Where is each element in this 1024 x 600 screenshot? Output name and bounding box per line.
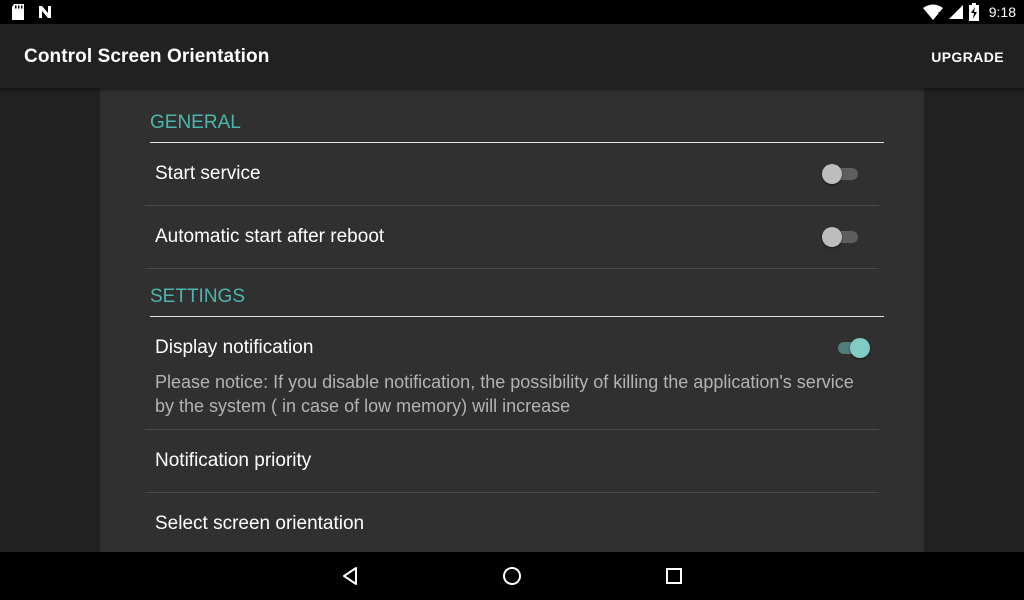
pref-title: Select screen orientation bbox=[155, 513, 365, 534]
pref-summary: Please notice: If you disable notificati… bbox=[155, 372, 854, 416]
signal-icon bbox=[948, 5, 963, 19]
app-title: Control Screen Orientation bbox=[24, 46, 270, 67]
section-header-settings: SETTINGS bbox=[150, 286, 884, 317]
start-service-switch[interactable] bbox=[822, 164, 860, 184]
n-notification-icon bbox=[39, 6, 51, 18]
pref-title: Display notification bbox=[155, 337, 314, 358]
status-bar-right: 9:18 bbox=[922, 0, 1016, 24]
recents-icon[interactable] bbox=[662, 564, 686, 588]
section-header-general: GENERAL bbox=[150, 112, 884, 143]
home-icon[interactable] bbox=[500, 564, 524, 588]
preferences-panel: GENERAL Start service Automatic start af… bbox=[100, 88, 924, 552]
app-bar: Control Screen Orientation UPGRADE bbox=[0, 24, 1024, 88]
pref-notification-priority[interactable]: Notification priority bbox=[145, 430, 879, 493]
navigation-bar bbox=[0, 552, 1024, 600]
back-icon[interactable] bbox=[338, 564, 362, 588]
pref-title: Automatic start after reboot bbox=[155, 226, 385, 247]
battery-icon bbox=[968, 3, 979, 21]
switch-thumb bbox=[822, 164, 842, 184]
display-notification-switch[interactable] bbox=[836, 338, 870, 358]
switch-thumb bbox=[822, 227, 842, 247]
pref-auto-start[interactable]: Automatic start after reboot bbox=[145, 206, 879, 269]
pref-display-notification[interactable]: Display notification Please notice: If y… bbox=[145, 317, 879, 430]
status-bar: 9:18 bbox=[0, 0, 1024, 24]
sd-card-icon bbox=[12, 4, 24, 20]
pref-title: Start service bbox=[155, 163, 261, 184]
upgrade-button[interactable]: UPGRADE bbox=[931, 49, 1004, 65]
auto-start-switch[interactable] bbox=[822, 227, 860, 247]
wifi-icon bbox=[922, 4, 943, 20]
pref-title: Notification priority bbox=[155, 450, 312, 471]
pref-start-service[interactable]: Start service bbox=[145, 143, 879, 206]
status-bar-left bbox=[11, 4, 53, 20]
switch-thumb bbox=[850, 338, 870, 358]
pref-select-orientation[interactable]: Select screen orientation bbox=[145, 493, 879, 552]
status-time: 9:18 bbox=[988, 4, 1016, 20]
